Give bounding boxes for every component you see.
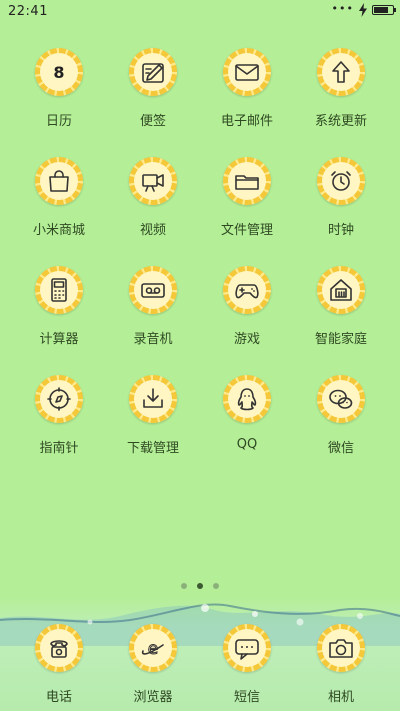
notes-icon (142, 63, 164, 83)
app-label: QQ (236, 437, 258, 452)
app-alarm-clock[interactable]: 时钟 (291, 157, 391, 238)
app-label: 电话 (45, 690, 72, 705)
app-notes[interactable]: 便签 (103, 48, 203, 129)
app-icon-frame (129, 157, 177, 205)
browser-icon: e (141, 639, 164, 660)
app-wechat[interactable]: 微信 (291, 375, 391, 456)
dock-browser[interactable]: e 浏览器 (103, 624, 203, 705)
status-bar: 22:41 ••• (0, 0, 400, 24)
page-dot[interactable] (213, 583, 219, 589)
status-time: 22:41 (8, 4, 48, 19)
video-camera-icon (142, 174, 164, 192)
app-label: 相机 (327, 690, 354, 705)
calendar-icon: 8 (53, 63, 64, 82)
app-label: 计算器 (39, 332, 79, 347)
app-recorder[interactable]: 录音机 (103, 266, 203, 347)
app-icon-frame (223, 157, 271, 205)
dock-phone[interactable]: 电话 (9, 624, 109, 705)
download-icon (143, 388, 163, 408)
app-label: 短信 (233, 690, 260, 705)
app-icon-frame (317, 375, 365, 423)
app-label: 时钟 (327, 223, 354, 238)
svg-text:8: 8 (53, 63, 64, 82)
shopping-bag-icon (49, 170, 69, 192)
app-compass[interactable]: 指南针 (9, 375, 109, 456)
qq-penguin-icon (237, 388, 257, 411)
wechat-icon (329, 389, 353, 409)
app-label: 指南针 (39, 441, 79, 456)
app-download[interactable]: 下载管理 (103, 375, 203, 456)
app-label: 下载管理 (126, 441, 179, 456)
app-icon-frame (317, 157, 365, 205)
app-video-camera[interactable]: 视频 (103, 157, 203, 238)
app-label: 智能家庭 (314, 332, 367, 347)
recorder-icon (141, 283, 165, 298)
page-dot[interactable] (181, 583, 187, 589)
app-shopping-bag[interactable]: 小米商城 (9, 157, 109, 238)
app-update[interactable]: 系统更新 (291, 48, 391, 129)
app-label: 录音机 (133, 332, 173, 347)
calculator-icon (51, 278, 67, 302)
dock-messages[interactable]: 短信 (197, 624, 297, 705)
phone-icon (50, 640, 68, 658)
app-icon-frame (317, 624, 365, 672)
smart-home-icon (330, 279, 352, 301)
app-icon-frame (35, 624, 83, 672)
app-label: 便签 (139, 114, 166, 129)
update-icon (332, 61, 350, 83)
page-dot[interactable] (197, 583, 203, 589)
folder-icon (235, 175, 259, 190)
app-smart-home[interactable]: 智能家庭 (291, 266, 391, 347)
app-icon-frame (35, 266, 83, 314)
app-icon-frame (223, 375, 271, 423)
app-icon-frame (129, 266, 177, 314)
app-calculator[interactable]: 计算器 (9, 266, 109, 347)
app-icon-frame (223, 624, 271, 672)
alarm-clock-icon (331, 171, 351, 191)
app-calendar[interactable]: 8 日历 (9, 48, 109, 129)
app-icon-frame (129, 375, 177, 423)
app-label: 系统更新 (314, 114, 367, 129)
app-icon-frame (129, 48, 177, 96)
app-label: 视频 (139, 223, 166, 238)
app-label: 文件管理 (220, 223, 273, 238)
camera-icon (329, 639, 353, 658)
app-label: 电子邮件 (220, 114, 273, 129)
messages-icon (235, 639, 259, 660)
app-icon-frame (223, 48, 271, 96)
app-label: 小米商城 (32, 223, 85, 238)
app-label: 日历 (45, 114, 72, 129)
charging-icon (359, 3, 367, 17)
battery-icon (372, 5, 396, 15)
page-indicator (0, 583, 400, 589)
app-label: 浏览器 (133, 690, 173, 705)
app-icon-frame (35, 375, 83, 423)
app-email[interactable]: 电子邮件 (197, 48, 297, 129)
app-icon-frame (35, 157, 83, 205)
app-icon-frame (317, 266, 365, 314)
app-icon-frame: 8 (35, 48, 83, 96)
app-label: 微信 (327, 441, 354, 456)
app-icon-frame: e (129, 624, 177, 672)
more-notifications-icon: ••• (331, 2, 354, 15)
app-icon-frame (223, 266, 271, 314)
app-icon-frame (317, 48, 365, 96)
gamepad-icon (235, 284, 259, 299)
status-indicators: ••• (331, 2, 396, 17)
compass-icon (47, 387, 71, 411)
dock-camera[interactable]: 相机 (291, 624, 391, 705)
app-folder[interactable]: 文件管理 (197, 157, 297, 238)
app-qq-penguin[interactable]: QQ (197, 375, 297, 452)
app-label: 游戏 (233, 332, 260, 347)
email-icon (235, 64, 259, 81)
app-gamepad[interactable]: 游戏 (197, 266, 297, 347)
